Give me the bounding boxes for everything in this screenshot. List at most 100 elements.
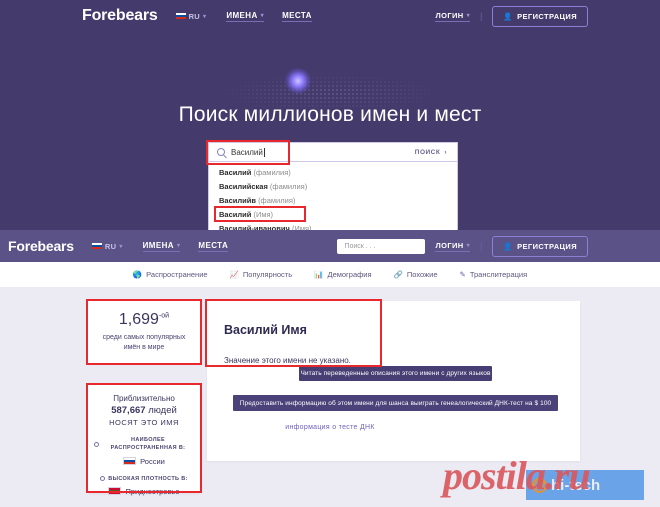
- chevron-down-icon: ▾: [176, 242, 181, 249]
- text-cursor: [263, 147, 265, 157]
- nav-item-places[interactable]: МЕСТА: [282, 11, 312, 22]
- secondary-nav-item-places[interactable]: МЕСТА: [198, 241, 229, 252]
- flag-transnistria-icon: [108, 487, 122, 496]
- nav-links: ИМЕНА ▾ МЕСТА: [226, 10, 312, 22]
- tab-transliteration[interactable]: ✎ Транслитерация: [460, 270, 528, 279]
- at-sign-icon: @: [532, 477, 547, 493]
- language-label: RU: [188, 11, 201, 21]
- most-common-block: НАИБОЛЕЕ РАСПРОСТРАНЕННАЯ В: России: [94, 436, 194, 466]
- suggestion-kind: (Имя): [253, 209, 274, 219]
- most-common-country: России: [140, 456, 165, 466]
- world-map-dots: [175, 52, 485, 107]
- name-detail-card: Василий Имя Значение этого имени не указ…: [207, 301, 580, 461]
- density-country-row[interactable]: Приднестровье: [94, 487, 194, 496]
- nav-item-names[interactable]: ИМЕНА ▾: [226, 10, 265, 22]
- popularity-card: Приблизительно 587,667 людей НОСЯТ ЭТО И…: [88, 385, 200, 496]
- user-add-icon: 👤: [503, 11, 514, 21]
- chevron-right-icon: ›: [444, 148, 447, 156]
- search-suggestions-list: Василий (фамилия) Василийская (фамилия) …: [208, 162, 458, 236]
- search-icon: [217, 148, 225, 156]
- secondary-login-label: ЛОГИН: [435, 240, 464, 250]
- info-circle-icon: [94, 441, 99, 447]
- hitech-watermark-label: hi-tech: [551, 476, 601, 494]
- secondary-nav-right-group: Поиск . . . ЛОГИН ▾ | 👤 РЕГИСТРАЦИЯ: [337, 235, 588, 257]
- search-submit-button[interactable]: ПОИСК ›: [415, 149, 447, 156]
- chevron-down-icon: ▾: [119, 243, 123, 250]
- tab-distribution-label: Распространение: [146, 270, 208, 279]
- translate-icon: ✎: [459, 270, 466, 279]
- most-common-country-row[interactable]: России: [94, 457, 194, 466]
- brand-logo[interactable]: Forebears: [82, 7, 158, 25]
- most-common-label: НАИБОЛЕЕ РАСПРОСТРАНЕННАЯ В:: [110, 437, 186, 452]
- tab-similar-label: Похожие: [406, 270, 438, 279]
- tab-demography[interactable]: 📊 Демография: [314, 270, 371, 279]
- link-icon: 🔗: [393, 270, 403, 279]
- map-glow-marker: [285, 68, 311, 94]
- suggestion-name: Василий: [219, 209, 252, 219]
- flag-russia-icon: [91, 243, 102, 249]
- most-common-label-row: НАИБОЛЕЕ РАСПРОСТРАНЕННАЯ В:: [94, 436, 194, 453]
- tab-similar[interactable]: 🔗 Похожие: [394, 270, 438, 279]
- translate-descriptions-button[interactable]: Читать переведенные описания этого имени…: [299, 366, 492, 381]
- suggestion-name: Василий: [219, 167, 252, 177]
- nav-divider: |: [480, 241, 483, 251]
- register-button[interactable]: 👤 РЕГИСТРАЦИЯ: [492, 5, 588, 27]
- suggestion-name: Василийская: [219, 181, 268, 191]
- search-submit-label: ПОИСК: [414, 148, 441, 156]
- globe-icon: 🌎: [132, 270, 143, 279]
- secondary-register-label: РЕГИСТРАЦИЯ: [517, 241, 577, 251]
- tab-bar: 🌎 Распространение 📈 Популярность 📊 Демог…: [0, 262, 660, 288]
- rank-card: 1,699-ой среди самых популярных имён в м…: [88, 301, 200, 363]
- secondary-search-placeholder: Поиск . . .: [344, 242, 376, 250]
- chevron-down-icon: ▾: [466, 242, 471, 249]
- page-title: Василий Имя: [224, 323, 307, 337]
- dna-test-info-link[interactable]: информация о тесте ДНК: [0, 424, 660, 431]
- rank-number: 1,699-ой: [119, 311, 169, 329]
- suggestion-item-selected[interactable]: Василий (Имя): [209, 206, 457, 222]
- secondary-brand-logo[interactable]: Forebears: [8, 238, 74, 254]
- hero-search-input[interactable]: Василий: [231, 147, 415, 157]
- login-button[interactable]: ЛОГИН ▾: [435, 11, 471, 22]
- suggestion-item[interactable]: Василийв (фамилия): [209, 193, 457, 207]
- density-block: ВЫСОКАЯ ПЛОТНОСТЬ В: Приднестровье: [94, 475, 194, 496]
- tab-distribution[interactable]: 🌎 Распространение: [133, 270, 208, 279]
- nav-item-places-label: МЕСТА: [282, 10, 312, 20]
- tab-popularity-label: Популярность: [242, 270, 293, 279]
- line-chart-icon: 📈: [229, 270, 239, 279]
- hero-title: Поиск миллионов имен и мест: [178, 103, 482, 126]
- suggestion-item[interactable]: Василий (фамилия): [209, 165, 457, 179]
- flag-russia-icon: [123, 457, 137, 465]
- suggestion-name: Василийв: [219, 195, 256, 205]
- tab-popularity[interactable]: 📈 Популярность: [230, 270, 293, 279]
- suggestion-item[interactable]: Василийская (фамилия): [209, 179, 457, 193]
- chevron-down-icon: ▾: [466, 12, 471, 19]
- secondary-register-button[interactable]: 👤 РЕГИСТРАЦИЯ: [492, 235, 588, 257]
- secondary-language-selector[interactable]: RU ▾: [91, 242, 123, 251]
- secondary-search-input[interactable]: Поиск . . .: [337, 238, 426, 254]
- density-country: Приднестровье: [125, 486, 180, 496]
- secondary-header: Forebears RU ▾ ИМЕНА ▾ МЕСТА Поиск . . .…: [0, 230, 660, 262]
- page-root: Forebears RU ▾ ИМЕНА ▾ МЕСТА ЛОГИН ▾ | 👤…: [0, 0, 660, 507]
- flag-russia-icon: [175, 13, 186, 19]
- suggestion-kind: (фамилия): [253, 167, 291, 177]
- hero-search-bar[interactable]: Василий ПОИСК ›: [206, 140, 458, 165]
- nav-right-group: ЛОГИН ▾ | 👤 РЕГИСТРАЦИЯ: [435, 5, 588, 27]
- name-meaning-text: Значение этого имени не указано.: [224, 356, 351, 365]
- people-word: людей: [148, 405, 177, 416]
- tab-transliteration-label: Транслитерация: [469, 270, 528, 279]
- secondary-login-button[interactable]: ЛОГИН ▾: [435, 240, 471, 252]
- hero-search-widget: Василий ПОИСК › Василий (фамилия) Васили…: [206, 140, 458, 236]
- suggestion-kind: (фамилия): [269, 181, 308, 191]
- nav-item-names-label: ИМЕНА: [226, 10, 258, 20]
- rank-number-value: 1,699: [118, 310, 159, 328]
- hitech-watermark: @ hi-tech: [526, 470, 644, 500]
- secondary-nav-item-names[interactable]: ИМЕНА ▾: [142, 241, 181, 252]
- rank-description-line2: имён в мире: [123, 344, 165, 351]
- rank-description: среди самых популярных имён в мире: [103, 333, 186, 353]
- info-circle-icon: [100, 476, 106, 482]
- rank-description-line1: среди самых популярных: [102, 333, 186, 341]
- submit-name-info-button[interactable]: Предоставить информацию об этом имени дл…: [233, 395, 558, 411]
- user-add-icon: 👤: [503, 241, 514, 251]
- language-selector[interactable]: RU ▾: [175, 11, 207, 21]
- rank-number-suffix: -ой: [158, 312, 170, 320]
